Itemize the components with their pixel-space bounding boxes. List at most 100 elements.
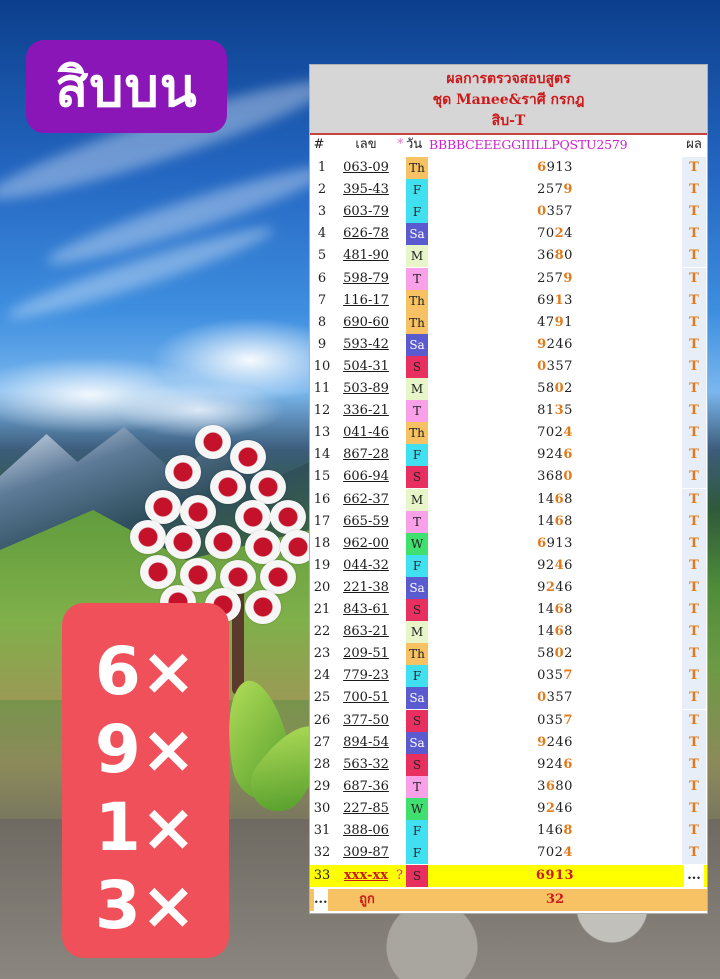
row-number-link[interactable]: 388-06 (336, 820, 396, 842)
row-number-link[interactable]: 063-09 (336, 157, 396, 179)
row-sequence: 9246 (500, 555, 610, 577)
row-number-link[interactable]: 481-90 (336, 245, 396, 267)
flower-blossom (165, 525, 201, 559)
row-result: T (689, 248, 699, 264)
seq-highlight: 0 (554, 381, 565, 396)
row-result: ... (684, 865, 704, 887)
seq-part: 58 (537, 381, 555, 396)
row-number-link[interactable]: 779-23 (336, 665, 396, 687)
row-result: T (689, 602, 699, 617)
seq-part: 2 (564, 646, 573, 662)
row-number-link[interactable]: 598-79 (336, 268, 396, 290)
row-number-link[interactable]: 221-38 (336, 577, 396, 599)
title-badge: สิบบน (26, 40, 227, 133)
row-index: 20 (313, 579, 331, 595)
row-sequence: 7024 (500, 842, 610, 864)
table-row: 4 626-78 Sa 7024 T (310, 223, 707, 246)
row-day-badge: M (406, 378, 428, 400)
row-result: T (689, 469, 699, 485)
table-row: 20 221-38 Sa 9246 T (310, 576, 707, 599)
row-number-link[interactable]: 377-50 (336, 710, 396, 732)
row-number-link[interactable]: 044-32 (336, 555, 396, 577)
row-sequence: 0357 (500, 356, 610, 378)
row-number-link[interactable]: 593-42 (336, 334, 396, 356)
row-day-badge: T (406, 267, 428, 290)
table-row: 29 687-36 T 3680 T (310, 775, 707, 798)
row-index: 31 (313, 823, 331, 838)
table-row: 19 044-32 F 9246 T (310, 554, 707, 577)
flower-blossom (245, 590, 281, 624)
row-result: T (689, 624, 699, 640)
row-number-link[interactable]: 209-51 (336, 643, 396, 665)
row-number-link[interactable]: 863-21 (336, 621, 396, 643)
flower-blossom (145, 490, 181, 524)
seq-highlight: 6 (537, 160, 547, 175)
row-result: T (689, 845, 699, 861)
row-number-link[interactable]: 227-85 (336, 798, 396, 820)
table-row: 26 377-50 S 0357 T (310, 709, 707, 732)
table-row: 25 700-51 Sa 0357 T (310, 687, 707, 710)
seq-part: 1 (564, 314, 573, 330)
row-index: 4 (317, 226, 327, 242)
row-result: T (689, 557, 699, 573)
row-index: 29 (313, 778, 331, 794)
row-result: T (689, 778, 699, 794)
row-index: 1 (317, 160, 327, 175)
seq-part: 46 (555, 800, 573, 816)
row-sequence: 3680 (500, 776, 610, 798)
table-row: 10 504-31 S 0357 T (310, 355, 707, 378)
row-number-link[interactable]: 690-60 (336, 312, 396, 334)
row-result: T (689, 226, 699, 242)
row-sequence: 9246 (500, 577, 610, 599)
row-number[interactable]: xxx-xx (336, 865, 396, 887)
row-number-link[interactable]: 603-79 (336, 201, 396, 223)
row-index: 7 (317, 292, 327, 308)
row-index: 17 (313, 513, 331, 529)
flower-blossom (180, 495, 216, 529)
row-number-link[interactable]: 336-21 (336, 400, 396, 422)
seq-part: 69 (537, 292, 555, 308)
row-sequence: 9246 (500, 732, 610, 754)
row-number-link[interactable]: 962-00 (336, 533, 396, 555)
row-number-link[interactable]: 626-78 (336, 223, 396, 245)
row-number-link[interactable]: 116-17 (336, 290, 396, 312)
row-result: T (689, 204, 699, 220)
row-number-link[interactable]: 843-61 (336, 599, 396, 621)
seq-part: 3 (537, 778, 546, 794)
table-row: 23 209-51 Th 5802 T (310, 643, 707, 666)
seq-highlight: 6 (563, 756, 573, 772)
row-number-link[interactable]: 867-28 (336, 444, 396, 466)
seq-part: 702 (537, 425, 564, 441)
seq-highlight: 6 (563, 447, 573, 463)
row-index: 27 (313, 734, 331, 750)
seq-part: 4 (564, 226, 573, 242)
row-number-link[interactable]: 309-87 (336, 842, 396, 864)
row-sequence: 1468 (500, 511, 610, 533)
row-day-badge: F (406, 444, 428, 467)
row-number-link[interactable]: 662-37 (336, 489, 396, 511)
seq-part: 47 (537, 314, 555, 330)
row-day-badge: T (406, 400, 428, 423)
row-number-link[interactable]: 563-32 (336, 754, 396, 776)
seq-part: 357 (546, 204, 573, 220)
row-result: T (689, 358, 699, 374)
row-number-link[interactable]: 687-36 (336, 776, 396, 798)
seq-part: 035 (537, 712, 564, 728)
row-number-link[interactable]: 041-46 (336, 422, 396, 444)
row-number-link[interactable]: 504-31 (336, 356, 396, 378)
table-row: 9 593-42 Sa 9246 T (310, 333, 707, 356)
row-number-link[interactable]: 503-89 (336, 378, 396, 400)
seq-highlight: 0 (537, 204, 547, 220)
seq-part: 913 (546, 535, 573, 551)
seq-part: 035 (537, 668, 564, 684)
column-header-row: # เลข * วัน BBBBCEEEGGIIILLPQSTU2579 ผล (310, 135, 707, 155)
row-number-link[interactable]: 665-59 (336, 511, 396, 533)
row-sequence: 9246 (500, 754, 610, 776)
row-number-link[interactable]: 894-54 (336, 732, 396, 754)
seq-highlight: 9 (563, 182, 573, 198)
row-number-link[interactable]: 606-94 (336, 466, 396, 488)
row-day-badge: F (406, 842, 428, 865)
flower-blossom (205, 525, 241, 559)
row-number-link[interactable]: 395-43 (336, 179, 396, 201)
row-number-link[interactable]: 700-51 (336, 687, 396, 709)
